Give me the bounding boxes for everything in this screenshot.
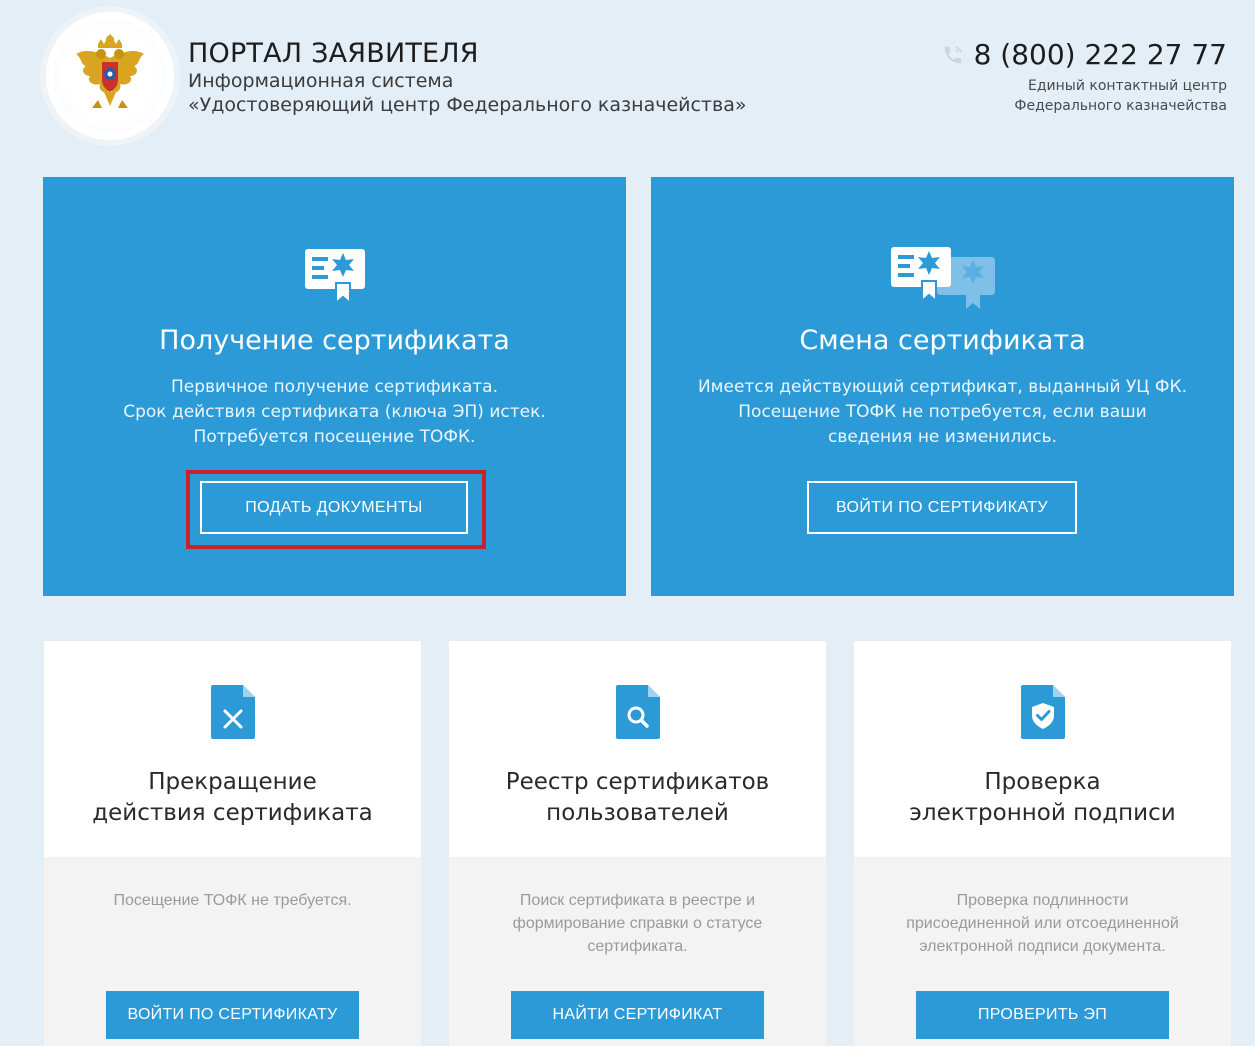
phone-handset-icon (944, 45, 962, 63)
page-title: ПОРТАЛ ЗАЯВИТЕЛЯ (188, 38, 479, 69)
document-shield-check-icon (1020, 685, 1065, 739)
system-name-line1: Информационная система (188, 70, 454, 92)
card-revoke-certificate: Прекращение действия сертификата Посещен… (44, 641, 421, 1046)
card-description: Посещение ТОФК не требуется. (113, 892, 352, 909)
contact-center-line1: Единый контактный центр (1028, 78, 1227, 94)
find-certificate-button[interactable]: НАЙТИ СЕРТИФИКАТ (511, 991, 764, 1039)
certificate-ribbon-icon (304, 249, 365, 306)
verify-signature-button[interactable]: ПРОВЕРИТЬ ЭП (916, 991, 1169, 1039)
card-description: Проверка подлинности присоединенной или … (906, 892, 1179, 955)
system-name-line2: «Удостоверяющий центр Федерального казна… (188, 94, 747, 116)
card-description: Поиск сертификата в реестре и формирован… (512, 892, 763, 955)
phone-block: 8 (800) 222 27 77 (942, 38, 1227, 71)
phone-number[interactable]: 8 (800) 222 27 77 (974, 38, 1227, 71)
contact-center-line2: Федерального казначейства (1014, 98, 1227, 114)
card-title: Прекращение действия сертификата (92, 769, 373, 826)
card-obtain-certificate: Получение сертификата Первичное получени… (43, 177, 626, 596)
card-verify-signature: Проверка электронной подписи Проверка по… (854, 641, 1231, 1046)
login-by-certificate-button[interactable]: ВОЙТИ ПО СЕРТИФИКАТУ (807, 481, 1077, 534)
card-certificate-registry: Реестр сертификатов пользователей Поиск … (449, 641, 826, 1046)
card-title: Получение сертификата (159, 325, 510, 356)
card-title: Реестр сертификатов пользователей (505, 769, 770, 826)
card-title: Проверка электронной подписи (909, 769, 1176, 826)
card-change-certificate: Смена сертификата Имеется действующий се… (651, 177, 1234, 596)
double-headed-eagle-emblem-icon (76, 34, 144, 108)
card-title: Смена сертификата (799, 325, 1086, 356)
card-description: Первичное получение сертификата. Срок де… (123, 377, 546, 447)
submit-documents-button[interactable]: ПОДАТЬ ДОКУМЕНТЫ (200, 481, 468, 534)
page-header: ПОРТАЛ ЗАЯВИТЕЛЯ Информационная система … (0, 0, 1255, 150)
certificate-exchange-icon (890, 247, 995, 309)
revoke-login-by-certificate-button[interactable]: ВОЙТИ ПО СЕРТИФИКАТУ (106, 991, 359, 1039)
document-cross-icon (210, 685, 255, 739)
document-search-icon (615, 685, 660, 739)
card-description: Имеется действующий сертификат, выданный… (697, 377, 1188, 447)
logo[interactable] (46, 12, 174, 140)
